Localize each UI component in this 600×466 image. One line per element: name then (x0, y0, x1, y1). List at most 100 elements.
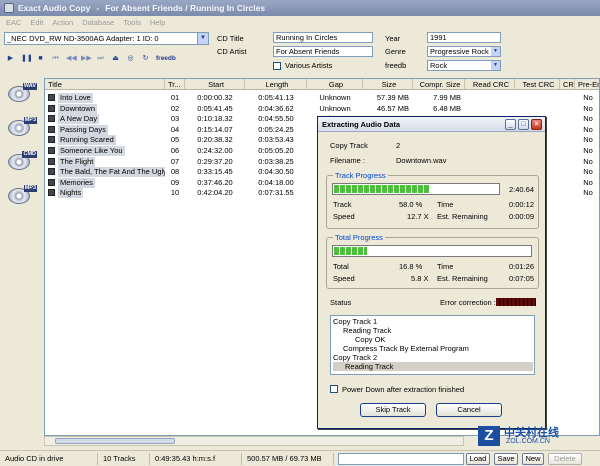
col-start[interactable]: Start (185, 79, 245, 90)
horizontal-scrollbar[interactable] (44, 436, 464, 446)
title-separator: - (96, 3, 100, 13)
year-label: Year (385, 34, 401, 43)
maximize-icon[interactable]: □ (518, 119, 529, 130)
track-length: 0:05:24.25 (258, 124, 294, 134)
eject-icon[interactable]: ⏏ (111, 54, 120, 63)
chevron-down-icon[interactable]: ▼ (491, 61, 500, 70)
drive-select[interactable]: _NEC DVD_RW ND-3500AG Adapter: 1 ID: 0 ▼ (4, 32, 209, 45)
track-number: 06 (170, 146, 180, 155)
next-track-icon[interactable]: ⏭ (96, 54, 105, 63)
col-length[interactable]: Length (245, 79, 307, 90)
track-pre-emphasis: No (583, 146, 593, 155)
save-button[interactable]: Save (494, 453, 518, 465)
profile-combo[interactable] (338, 453, 464, 465)
minimize-icon[interactable]: _ (505, 119, 516, 130)
error-correction-indicator (496, 298, 536, 306)
genre-select[interactable]: Progressive Rock ▼ (427, 46, 501, 57)
track-title: Downtown (58, 103, 98, 114)
wav-tag: WAV (22, 83, 37, 90)
status-log[interactable]: Copy Track 1 Reading Track Copy OK Compr… (330, 315, 535, 375)
title-bar: Exact Audio Copy - For Absent Friends / … (0, 0, 600, 16)
track-number: 01 (170, 93, 180, 102)
total-label: Total (333, 262, 349, 271)
track-start: 0:42:04.20 (197, 188, 233, 198)
col-test-crc[interactable]: Test CRC (515, 79, 560, 90)
track-title: Passing Days (58, 124, 108, 135)
music-note-icon (48, 104, 55, 112)
cd-artist-input[interactable]: For Absent Friends (273, 46, 373, 57)
freedb-label: freedb (385, 61, 407, 70)
track-title-cell: The Flight (45, 156, 165, 167)
total-progress-label: Total Progress (333, 233, 385, 242)
delete-button[interactable]: Delete (548, 453, 582, 465)
cd-title-input[interactable]: Running In Circles (273, 32, 373, 43)
chevron-down-icon[interactable]: ▼ (491, 47, 500, 56)
cd-info-panel: CD Title Running In Circles CD Artist Fo… (213, 30, 503, 74)
scrollbar-thumb[interactable] (55, 438, 175, 444)
previous-track-icon[interactable]: ⏮ (51, 54, 60, 63)
track-number: 05 (170, 135, 180, 145)
menu-tools[interactable]: Tools (123, 18, 141, 27)
track-start: 0:33:15.45 (197, 167, 233, 177)
track-length: 0:04:55.50 (258, 114, 294, 124)
copy-wav-button[interactable]: WAV (6, 80, 38, 106)
fast-forward-icon[interactable]: ▶▶ (81, 54, 92, 63)
track-progress-time: 2:40.64 (509, 185, 535, 194)
col-gap[interactable]: Gap (307, 79, 363, 90)
track-start: 0:00:00.32 (197, 93, 233, 102)
total-progress-fill (334, 247, 368, 255)
play-icon[interactable]: ▶ (6, 54, 15, 63)
col-size[interactable]: Size (363, 79, 413, 90)
mp3-tag: MP3 (23, 117, 37, 124)
freedb-category-select[interactable]: Rock ▼ (427, 60, 501, 71)
col-read-crc[interactable]: Read CRC (465, 79, 515, 90)
track-number: 03 (170, 114, 180, 124)
copy-compressed-button[interactable]: CMD (6, 148, 38, 174)
track-compr-size: 6.48 MB (433, 103, 461, 113)
track-title-cell: Passing Days (45, 124, 165, 135)
track-start: 0:37:46.20 (197, 177, 233, 187)
track-length: 0:04:36.62 (258, 103, 294, 113)
track-title-cell: Nights (45, 188, 165, 199)
log-line: Reading Track (343, 326, 392, 335)
drive-select-value: _NEC DVD_RW ND-3500AG Adapter: 1 ID: 0 (7, 34, 159, 43)
skip-track-button[interactable]: Skip Track (360, 403, 426, 417)
table-row[interactable]: Downtown 02 0:05:41.45 0:04:36.62 Unknown 46.… (45, 103, 599, 114)
stop-icon[interactable]: ■ (36, 54, 45, 63)
col-crc[interactable]: CRC (560, 79, 575, 90)
track-length: 0:05:05.20 (258, 146, 294, 155)
menu-edit[interactable]: Edit (30, 18, 43, 27)
various-artists-checkbox[interactable] (273, 62, 281, 70)
table-row[interactable]: Into Love 01 0:00:00.32 0:05:41.13 Unknown 57… (45, 93, 599, 103)
track-length: 0:05:41.13 (258, 93, 294, 102)
menu-database[interactable]: Database (82, 18, 114, 27)
track-title: The Flight (58, 156, 96, 167)
close-icon[interactable]: × (531, 119, 542, 130)
power-down-checkbox[interactable] (330, 385, 338, 393)
col-title[interactable]: Title (45, 79, 165, 90)
cd-tray-icon[interactable]: ◎ (126, 54, 135, 63)
track-progress-group: Track Progress 2:40.64 Track 58.0 % Time… (326, 171, 539, 229)
col-compr-size[interactable]: Compr. Size (413, 79, 465, 90)
col-track[interactable]: Tr... (165, 79, 185, 90)
menu-eac[interactable]: EAC (6, 18, 21, 27)
freedb-button[interactable]: freedb (156, 55, 176, 62)
year-input[interactable]: 1991 (427, 32, 501, 43)
menu-action[interactable]: Action (52, 18, 73, 27)
pause-icon[interactable]: ❚❚ (21, 54, 33, 63)
col-pre-emphasis[interactable]: Pre-Emphasis (575, 79, 599, 90)
compress-files-button[interactable]: MP3 (6, 182, 38, 208)
track-est-remaining-value: 0:00:09 (509, 212, 535, 221)
chevron-down-icon[interactable]: ▼ (197, 33, 208, 44)
track-size: 46.57 MB (376, 103, 409, 113)
new-button[interactable]: New (522, 453, 544, 465)
rewind-icon[interactable]: ◀◀ (66, 54, 77, 63)
copy-mp3-button[interactable]: MP3 (6, 114, 38, 140)
load-button[interactable]: Load (466, 453, 490, 465)
total-time-label: Time (437, 262, 454, 271)
track-number: 07 (170, 156, 180, 166)
cancel-button[interactable]: Cancel (436, 403, 502, 417)
menu-help[interactable]: Help (150, 18, 165, 27)
refresh-icon[interactable]: ↻ (141, 54, 150, 63)
track-count: 10 Tracks (100, 453, 150, 465)
